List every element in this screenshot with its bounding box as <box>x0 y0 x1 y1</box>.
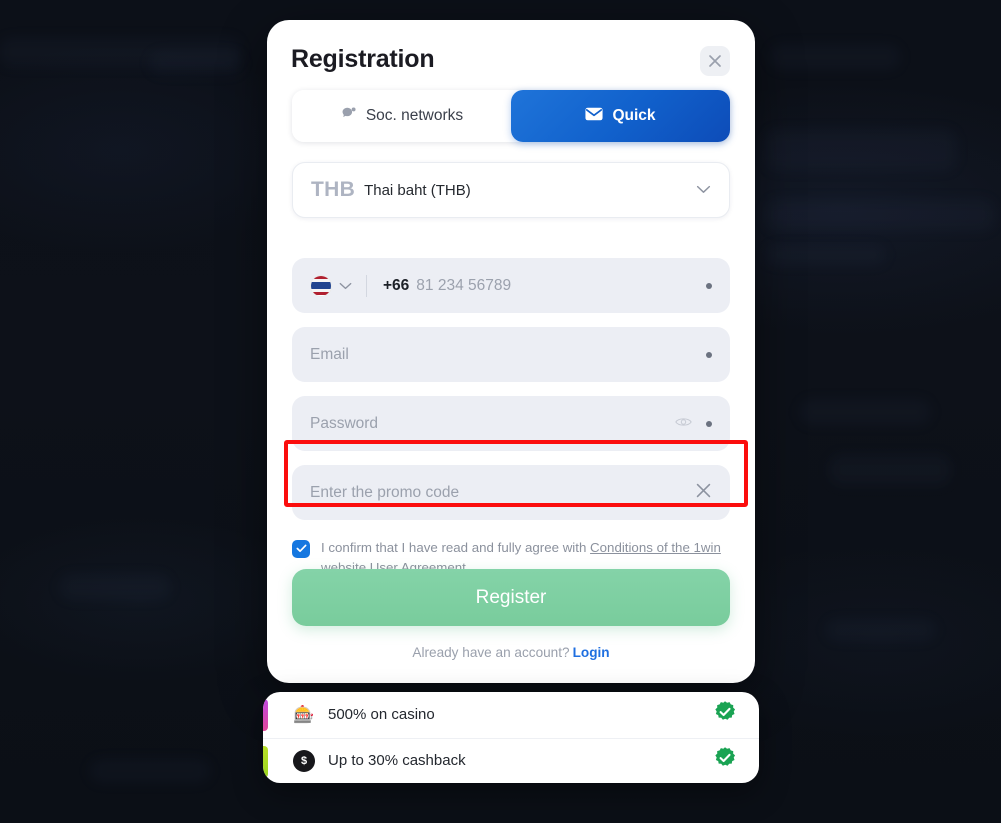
email-input[interactable]: Email <box>310 346 349 364</box>
tab-soc-networks-label: Soc. networks <box>365 107 464 124</box>
envelope-icon <box>585 107 604 126</box>
register-button[interactable]: Register <box>292 569 730 626</box>
bonus-list: 🎰 500% on casino $ Up to 30% cashback <box>263 692 759 783</box>
required-dot-icon <box>706 420 712 427</box>
field-divider <box>366 274 367 297</box>
thailand-flag-icon <box>310 274 332 297</box>
checkmark-icon <box>296 540 307 558</box>
phone-input[interactable]: 81 234 56789 <box>416 277 511 295</box>
login-row: Already have an account? Login <box>267 645 755 660</box>
tab-soc-networks[interactable]: Soc. networks <box>292 90 511 142</box>
bonus-label: 500% on casino <box>328 706 435 724</box>
verified-badge-icon <box>713 746 737 775</box>
login-link[interactable]: Login <box>573 645 610 660</box>
list-item[interactable]: $ Up to 30% cashback <box>263 737 759 784</box>
email-field[interactable]: Email <box>292 327 730 382</box>
registration-method-tabs: Soc. networks Quick <box>292 90 730 142</box>
tab-quick-label: Quick <box>612 107 656 124</box>
currency-select[interactable]: THB Thai baht (THB) <box>292 162 730 218</box>
required-dot-icon <box>706 351 712 358</box>
agreement-text-prefix: I confirm that I have read and fully agr… <box>321 540 591 555</box>
registration-modal: Registration Soc. networks Quick THB Tha… <box>267 20 755 683</box>
slot-machine-icon: 🎰 <box>293 704 315 724</box>
phone-field[interactable]: +66 81 234 56789 <box>292 258 730 313</box>
verified-badge-icon <box>713 700 737 729</box>
tab-quick[interactable]: Quick <box>511 90 730 142</box>
accent-bar <box>263 699 268 731</box>
agreement-checkbox[interactable] <box>292 540 310 558</box>
chevron-down-icon <box>696 181 711 199</box>
page-title: Registration <box>291 45 435 73</box>
phone-dial-code: +66 <box>383 276 410 294</box>
chat-bubble-icon <box>340 105 357 127</box>
bonus-label: Up to 30% cashback <box>328 752 466 770</box>
chevron-down-icon[interactable] <box>339 277 352 295</box>
accent-bar <box>263 745 268 778</box>
list-item[interactable]: 🎰 500% on casino <box>263 692 759 738</box>
clear-promo-icon[interactable] <box>695 482 712 504</box>
login-prompt: Already have an account? <box>412 645 570 660</box>
password-field[interactable]: Password <box>292 396 730 451</box>
promo-code-input[interactable]: Enter the promo code <box>310 484 459 502</box>
cashback-coin-icon: $ <box>293 749 315 772</box>
close-button[interactable] <box>700 46 730 76</box>
password-input[interactable]: Password <box>310 415 378 433</box>
currency-code: THB <box>311 178 356 201</box>
promo-code-field[interactable]: Enter the promo code <box>292 465 730 520</box>
required-dot-icon <box>706 282 712 289</box>
currency-label: Thai baht (THB) <box>364 181 471 199</box>
eye-icon[interactable] <box>675 415 692 433</box>
close-icon <box>708 54 722 68</box>
